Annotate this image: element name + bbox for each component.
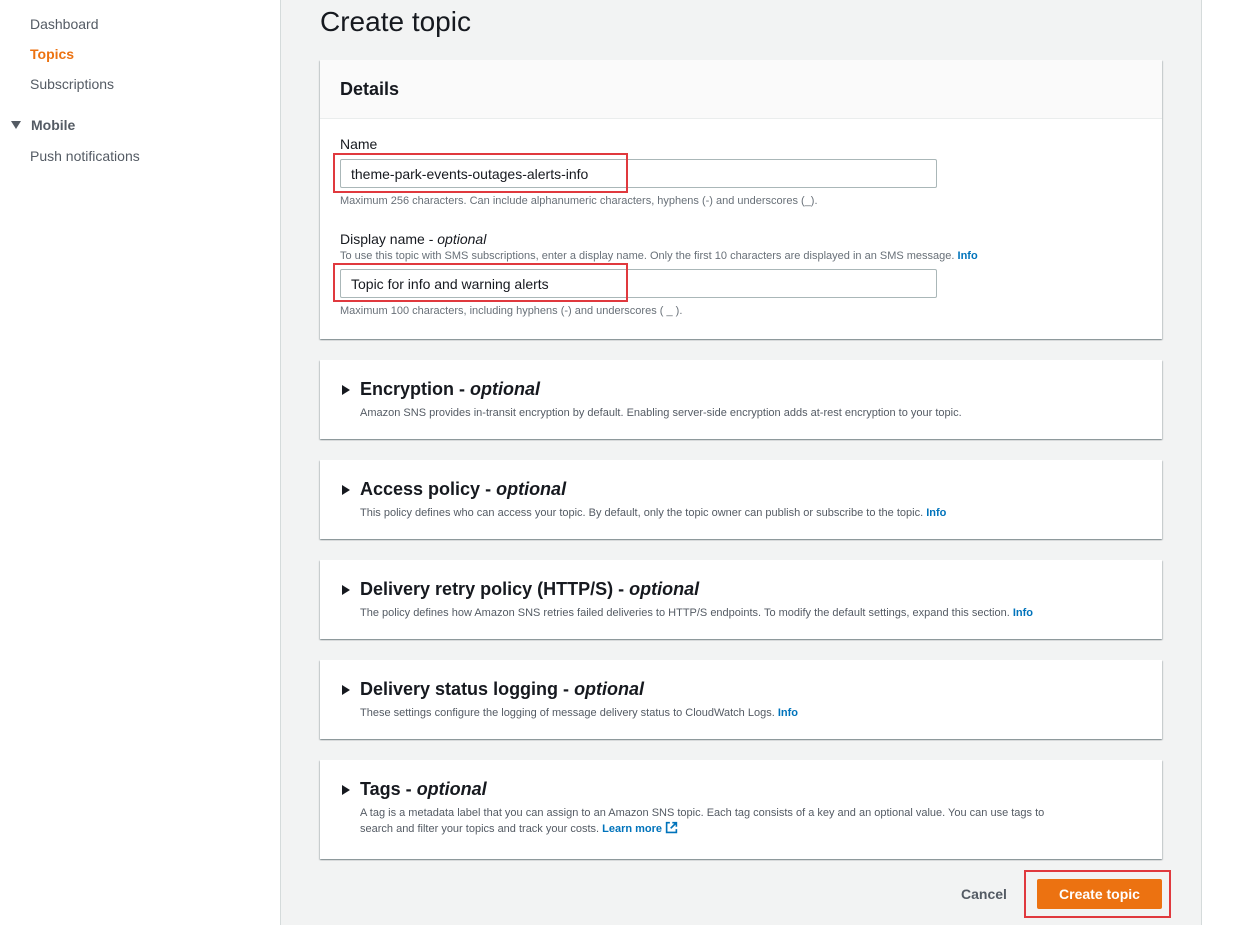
cancel-button[interactable]: Cancel: [946, 880, 1022, 908]
display-name-info-link[interactable]: Info: [958, 250, 978, 262]
caret-right-icon: [342, 484, 350, 495]
optional-tag: optional: [416, 779, 487, 799]
learn-more-label: Learn more: [602, 823, 663, 835]
caret-right-icon: [342, 384, 350, 395]
encryption-title: Encryption -: [360, 379, 466, 399]
right-gutter: [1201, 0, 1242, 925]
delivery-logging-description: These settings configure the logging of …: [360, 705, 798, 721]
delivery-retry-desc-text: The policy defines how Amazon SNS retrie…: [360, 607, 1010, 619]
access-policy-info-link[interactable]: Info: [926, 507, 946, 519]
delivery-retry-expander[interactable]: Delivery retry policy (HTTP/S) - optiona…: [342, 579, 699, 600]
details-header: Details: [320, 60, 1162, 119]
delivery-retry-description: The policy defines how Amazon SNS retrie…: [360, 605, 1033, 621]
optional-tag: optional: [470, 379, 541, 399]
optional-tag: optional: [574, 679, 645, 699]
caret-right-icon: [342, 784, 350, 795]
display-name-description: To use this topic with SMS subscriptions…: [340, 250, 978, 262]
encryption-expander[interactable]: Encryption - optional: [342, 379, 540, 400]
delivery-logging-title: Delivery status logging -: [360, 679, 570, 699]
sidebar-item-subscriptions[interactable]: Subscriptions: [30, 76, 114, 92]
sidebar-item-topics[interactable]: Topics: [30, 46, 74, 62]
tags-description: A tag is a metadata label that you can a…: [360, 805, 1044, 837]
name-input[interactable]: [340, 159, 937, 188]
delivery-logging-panel: Delivery status logging - optional These…: [320, 660, 1162, 739]
access-policy-title: Access policy -: [360, 479, 492, 499]
access-policy-description: This policy defines who can access your …: [360, 505, 946, 521]
caret-down-icon: [11, 121, 21, 129]
tags-desc-line2-wrap: search and filter your topics and track …: [360, 821, 1044, 837]
sidebar-section-label: Mobile: [31, 117, 76, 133]
display-name-label-text: Display name -: [340, 231, 438, 247]
access-policy-desc-text: This policy defines who can access your …: [360, 507, 924, 519]
sidebar-item-push-notifications[interactable]: Push notifications: [30, 148, 140, 164]
external-link-icon: [665, 821, 678, 834]
encryption-description: Amazon SNS provides in-transit encryptio…: [360, 407, 962, 419]
tags-expander[interactable]: Tags - optional: [342, 779, 487, 800]
delivery-logging-desc-text: These settings configure the logging of …: [360, 707, 775, 719]
name-label: Name: [340, 136, 378, 152]
name-hint: Maximum 256 characters. Can include alph…: [340, 195, 818, 207]
sidebar-section-mobile[interactable]: Mobile: [11, 117, 75, 133]
tags-desc-line2: search and filter your topics and track …: [360, 823, 600, 835]
delivery-logging-expander[interactable]: Delivery status logging - optional: [342, 679, 644, 700]
optional-tag: optional: [629, 579, 700, 599]
learn-more-link[interactable]: Learn more: [602, 821, 678, 835]
delivery-retry-info-link[interactable]: Info: [1013, 607, 1033, 619]
details-panel: Details Name Maximum 256 characters. Can…: [320, 60, 1162, 339]
sidebar: Dashboard Topics Subscriptions Mobile Pu…: [0, 0, 281, 925]
optional-tag: optional: [437, 231, 487, 247]
optional-tag: optional: [496, 479, 567, 499]
sidebar-item-dashboard[interactable]: Dashboard: [30, 16, 99, 32]
display-name-desc-text: To use this topic with SMS subscriptions…: [340, 250, 955, 262]
access-policy-panel: Access policy - optional This policy def…: [320, 460, 1162, 539]
display-name-hint: Maximum 100 characters, including hyphen…: [340, 305, 683, 317]
caret-right-icon: [342, 684, 350, 695]
caret-right-icon: [342, 584, 350, 595]
page-title: Create topic: [320, 6, 471, 37]
encryption-panel: Encryption - optional Amazon SNS provide…: [320, 360, 1162, 439]
access-policy-expander[interactable]: Access policy - optional: [342, 479, 566, 500]
tags-panel: Tags - optional A tag is a metadata labe…: [320, 760, 1162, 859]
display-name-label: Display name - optional: [340, 231, 486, 247]
delivery-logging-info-link[interactable]: Info: [778, 707, 798, 719]
delivery-retry-panel: Delivery retry policy (HTTP/S) - optiona…: [320, 560, 1162, 639]
tags-desc-line1: A tag is a metadata label that you can a…: [360, 807, 1045, 819]
create-topic-button[interactable]: Create topic: [1037, 879, 1162, 909]
display-name-input[interactable]: [340, 269, 937, 298]
delivery-retry-title: Delivery retry policy (HTTP/S) -: [360, 579, 625, 599]
tags-title: Tags -: [360, 779, 412, 799]
